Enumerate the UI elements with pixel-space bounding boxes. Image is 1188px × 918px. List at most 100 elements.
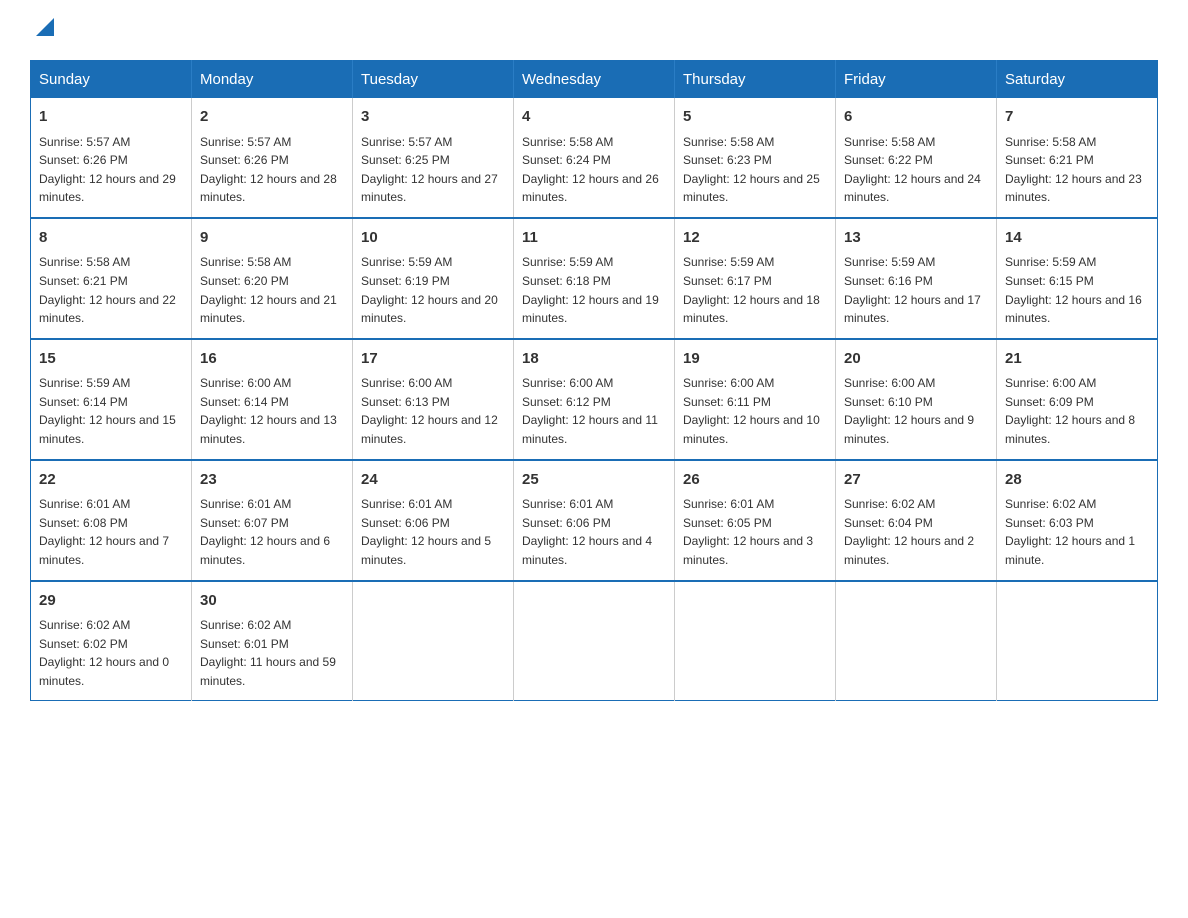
day-number: 19 — [683, 348, 827, 371]
calendar-cell: 15 Sunrise: 5:59 AMSunset: 6:14 PMDayligh… — [31, 339, 192, 460]
calendar-cell — [514, 581, 675, 701]
calendar-week-row: 1 Sunrise: 5:57 AMSunset: 6:26 PMDaylight… — [31, 98, 1158, 218]
day-number: 1 — [39, 106, 183, 129]
day-info: Sunrise: 6:00 AMSunset: 6:14 PMDaylight:… — [200, 374, 344, 448]
page-header — [30, 20, 1158, 40]
day-info: Sunrise: 6:01 AMSunset: 6:05 PMDaylight:… — [683, 495, 827, 569]
calendar-cell: 4 Sunrise: 5:58 AMSunset: 6:24 PMDaylight… — [514, 98, 675, 218]
day-number: 20 — [844, 348, 988, 371]
day-info: Sunrise: 6:00 AMSunset: 6:09 PMDaylight:… — [1005, 374, 1149, 448]
calendar-cell: 17 Sunrise: 6:00 AMSunset: 6:13 PMDayligh… — [353, 339, 514, 460]
day-number: 26 — [683, 469, 827, 492]
day-info: Sunrise: 5:59 AMSunset: 6:18 PMDaylight:… — [522, 253, 666, 327]
calendar-week-row: 22 Sunrise: 6:01 AMSunset: 6:08 PMDayligh… — [31, 460, 1158, 581]
day-info: Sunrise: 5:57 AMSunset: 6:25 PMDaylight:… — [361, 133, 505, 207]
header-thursday: Thursday — [675, 61, 836, 99]
day-number: 14 — [1005, 227, 1149, 250]
day-number: 13 — [844, 227, 988, 250]
day-info: Sunrise: 6:02 AMSunset: 6:02 PMDaylight:… — [39, 616, 183, 690]
day-info: Sunrise: 6:00 AMSunset: 6:11 PMDaylight:… — [683, 374, 827, 448]
day-number: 21 — [1005, 348, 1149, 371]
day-info: Sunrise: 5:58 AMSunset: 6:23 PMDaylight:… — [683, 133, 827, 207]
calendar-cell — [353, 581, 514, 701]
calendar-cell: 27Sunrise: 6:02 AMSunset: 6:04 PMDayligh… — [836, 460, 997, 581]
calendar-cell: 18Sunrise: 6:00 AMSunset: 6:12 PMDayligh… — [514, 339, 675, 460]
day-number: 22 — [39, 469, 183, 492]
calendar-cell: 2 Sunrise: 5:57 AMSunset: 6:26 PMDaylight… — [192, 98, 353, 218]
day-number: 15 — [39, 348, 183, 371]
calendar-cell: 11 Sunrise: 5:59 AMSunset: 6:18 PMDayligh… — [514, 218, 675, 339]
calendar-cell: 19 Sunrise: 6:00 AMSunset: 6:11 PMDayligh… — [675, 339, 836, 460]
calendar-week-row: 15 Sunrise: 5:59 AMSunset: 6:14 PMDayligh… — [31, 339, 1158, 460]
day-number: 28 — [1005, 469, 1149, 492]
day-info: Sunrise: 5:57 AMSunset: 6:26 PMDaylight:… — [39, 133, 183, 207]
header-saturday: Saturday — [997, 61, 1158, 99]
day-number: 23 — [200, 469, 344, 492]
calendar-cell: 23 Sunrise: 6:01 AMSunset: 6:07 PMDayligh… — [192, 460, 353, 581]
calendar-cell: 22 Sunrise: 6:01 AMSunset: 6:08 PMDayligh… — [31, 460, 192, 581]
logo-triangle-icon — [32, 18, 54, 40]
day-info: Sunrise: 6:00 AMSunset: 6:13 PMDaylight:… — [361, 374, 505, 448]
day-info: Sunrise: 6:01 AMSunset: 6:08 PMDaylight:… — [39, 495, 183, 569]
calendar-cell: 9 Sunrise: 5:58 AMSunset: 6:20 PMDaylight… — [192, 218, 353, 339]
calendar-cell — [675, 581, 836, 701]
day-number: 27 — [844, 469, 988, 492]
day-info: Sunrise: 6:02 AMSunset: 6:03 PMDaylight:… — [1005, 495, 1149, 569]
day-number: 2 — [200, 106, 344, 129]
day-number: 17 — [361, 348, 505, 371]
day-info: Sunrise: 5:58 AMSunset: 6:21 PMDaylight:… — [39, 253, 183, 327]
calendar-week-row: 8 Sunrise: 5:58 AMSunset: 6:21 PMDaylight… — [31, 218, 1158, 339]
calendar-cell: 13 Sunrise: 5:59 AMSunset: 6:16 PMDayligh… — [836, 218, 997, 339]
day-info: Sunrise: 5:58 AMSunset: 6:21 PMDaylight:… — [1005, 133, 1149, 207]
day-info: Sunrise: 5:59 AMSunset: 6:15 PMDaylight:… — [1005, 253, 1149, 327]
day-number: 3 — [361, 106, 505, 129]
calendar-cell: 14 Sunrise: 5:59 AMSunset: 6:15 PMDayligh… — [997, 218, 1158, 339]
calendar-cell: 25 Sunrise: 6:01 AMSunset: 6:06 PMDayligh… — [514, 460, 675, 581]
calendar-cell: 1 Sunrise: 5:57 AMSunset: 6:26 PMDaylight… — [31, 98, 192, 218]
day-number: 4 — [522, 106, 666, 129]
day-number: 30 — [200, 590, 344, 613]
calendar-table: SundayMondayTuesdayWednesdayThursdayFrid… — [30, 60, 1158, 701]
calendar-cell: 10 Sunrise: 5:59 AMSunset: 6:19 PMDayligh… — [353, 218, 514, 339]
day-number: 11 — [522, 227, 666, 250]
day-number: 6 — [844, 106, 988, 129]
calendar-cell — [997, 581, 1158, 701]
calendar-cell: 3 Sunrise: 5:57 AMSunset: 6:25 PMDaylight… — [353, 98, 514, 218]
calendar-header-row: SundayMondayTuesdayWednesdayThursdayFrid… — [31, 61, 1158, 99]
day-info: Sunrise: 6:01 AMSunset: 6:06 PMDaylight:… — [361, 495, 505, 569]
day-number: 7 — [1005, 106, 1149, 129]
day-number: 10 — [361, 227, 505, 250]
day-info: Sunrise: 5:59 AMSunset: 6:14 PMDaylight:… — [39, 374, 183, 448]
day-info: Sunrise: 6:01 AMSunset: 6:06 PMDaylight:… — [522, 495, 666, 569]
calendar-cell: 7 Sunrise: 5:58 AMSunset: 6:21 PMDaylight… — [997, 98, 1158, 218]
calendar-cell: 28 Sunrise: 6:02 AMSunset: 6:03 PMDayligh… — [997, 460, 1158, 581]
day-number: 8 — [39, 227, 183, 250]
day-info: Sunrise: 5:57 AMSunset: 6:26 PMDaylight:… — [200, 133, 344, 207]
day-info: Sunrise: 5:58 AMSunset: 6:24 PMDaylight:… — [522, 133, 666, 207]
header-tuesday: Tuesday — [353, 61, 514, 99]
day-number: 25 — [522, 469, 666, 492]
calendar-cell: 6Sunrise: 5:58 AMSunset: 6:22 PMDaylight… — [836, 98, 997, 218]
day-info: Sunrise: 6:01 AMSunset: 6:07 PMDaylight:… — [200, 495, 344, 569]
day-number: 12 — [683, 227, 827, 250]
day-info: Sunrise: 5:59 AMSunset: 6:19 PMDaylight:… — [361, 253, 505, 327]
day-number: 24 — [361, 469, 505, 492]
calendar-week-row: 29 Sunrise: 6:02 AMSunset: 6:02 PMDayligh… — [31, 581, 1158, 701]
day-info: Sunrise: 6:00 AMSunset: 6:12 PMDaylight:… — [522, 374, 666, 448]
calendar-cell: 16Sunrise: 6:00 AMSunset: 6:14 PMDayligh… — [192, 339, 353, 460]
calendar-cell — [836, 581, 997, 701]
calendar-cell: 29 Sunrise: 6:02 AMSunset: 6:02 PMDayligh… — [31, 581, 192, 701]
calendar-cell: 5Sunrise: 5:58 AMSunset: 6:23 PMDaylight… — [675, 98, 836, 218]
day-info: Sunrise: 5:58 AMSunset: 6:20 PMDaylight:… — [200, 253, 344, 327]
calendar-cell: 8 Sunrise: 5:58 AMSunset: 6:21 PMDaylight… — [31, 218, 192, 339]
calendar-cell: 20 Sunrise: 6:00 AMSunset: 6:10 PMDayligh… — [836, 339, 997, 460]
header-monday: Monday — [192, 61, 353, 99]
day-number: 9 — [200, 227, 344, 250]
calendar-cell: 24 Sunrise: 6:01 AMSunset: 6:06 PMDayligh… — [353, 460, 514, 581]
day-info: Sunrise: 5:59 AMSunset: 6:17 PMDaylight:… — [683, 253, 827, 327]
calendar-cell: 30Sunrise: 6:02 AMSunset: 6:01 PMDayligh… — [192, 581, 353, 701]
day-number: 29 — [39, 590, 183, 613]
day-info: Sunrise: 6:00 AMSunset: 6:10 PMDaylight:… — [844, 374, 988, 448]
day-info: Sunrise: 5:59 AMSunset: 6:16 PMDaylight:… — [844, 253, 988, 327]
logo — [30, 20, 54, 40]
